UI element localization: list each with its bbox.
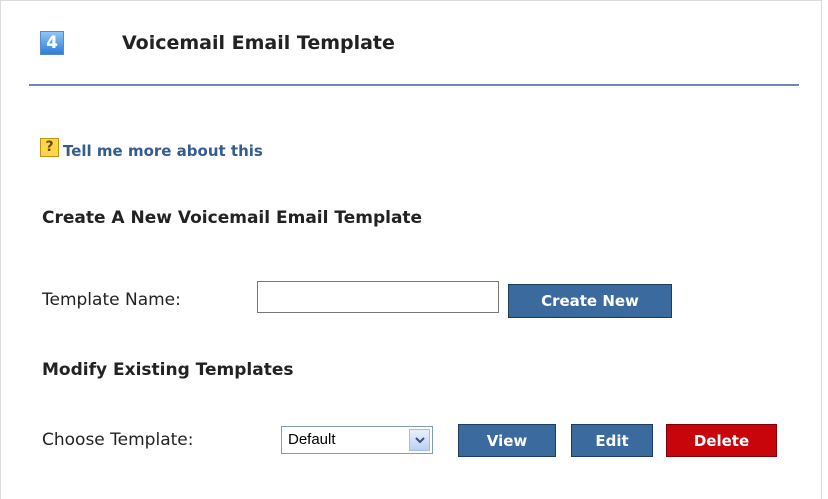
edit-button[interactable]: Edit	[571, 424, 653, 457]
template-select-value: Default	[288, 431, 336, 448]
step-number-icon: 4	[40, 31, 64, 55]
template-name-label: Template Name:	[42, 290, 181, 310]
chevron-down-icon	[415, 437, 425, 444]
choose-template-label: Choose Template:	[42, 430, 194, 450]
help-icon[interactable]: ?	[40, 138, 59, 157]
modify-section-title: Modify Existing Templates	[42, 360, 294, 380]
select-arrow-button[interactable]	[409, 429, 430, 451]
page-header: 4 Voicemail Email Template	[29, 25, 799, 86]
tell-me-more-link[interactable]: Tell me more about this	[63, 142, 263, 160]
template-name-input[interactable]	[257, 281, 499, 313]
create-new-button[interactable]: Create New	[508, 284, 672, 318]
template-select[interactable]: Default	[281, 426, 433, 454]
page-title: Voicemail Email Template	[122, 32, 395, 54]
view-button[interactable]: View	[458, 424, 556, 457]
create-section-title: Create A New Voicemail Email Template	[42, 208, 423, 228]
template-panel: 4 Voicemail Email Template ? Tell me mor…	[0, 0, 822, 499]
delete-button[interactable]: Delete	[666, 424, 777, 457]
